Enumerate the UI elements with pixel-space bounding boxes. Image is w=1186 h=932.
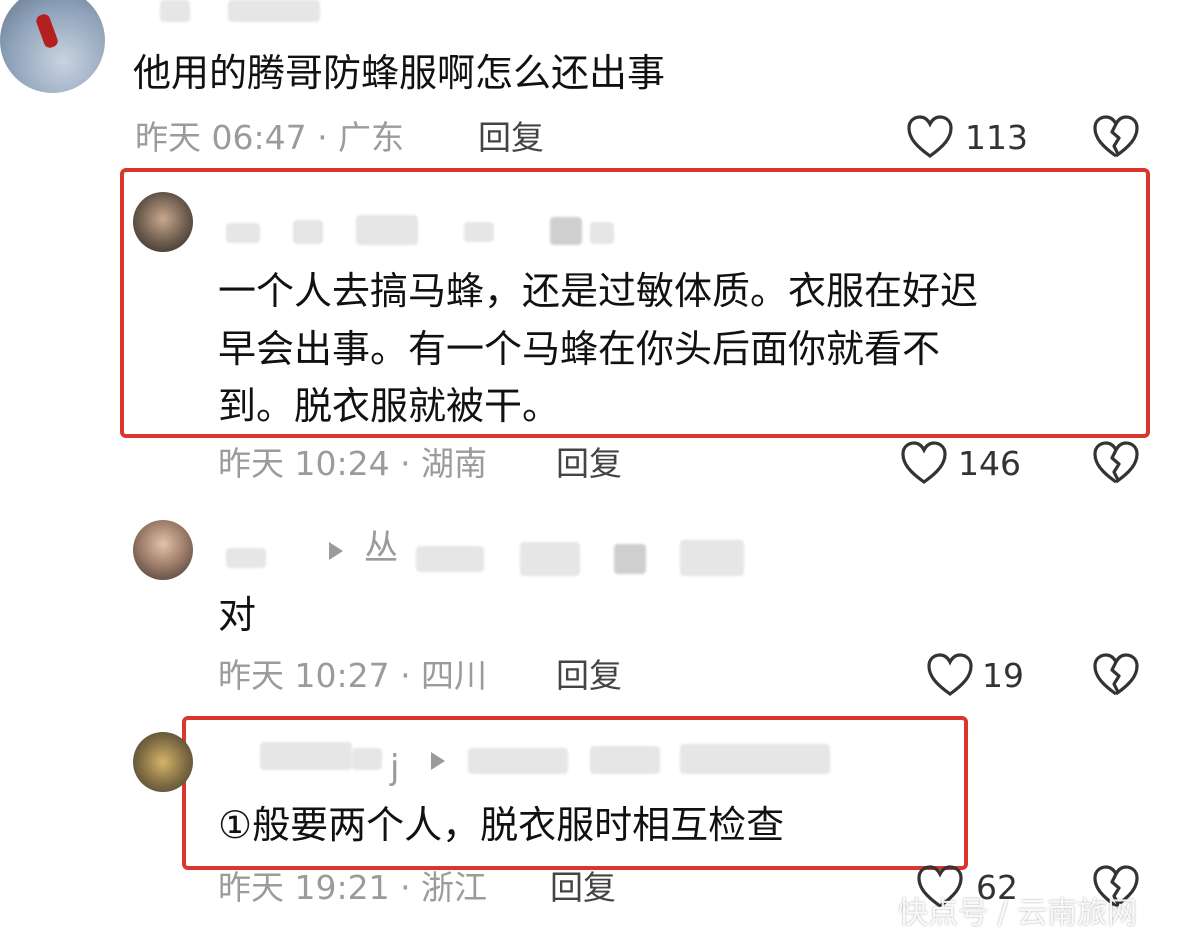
reply-to-name: 丛 xyxy=(364,528,398,568)
avatar[interactable] xyxy=(133,192,193,252)
heart-outline-icon[interactable] xyxy=(926,652,974,698)
reply-arrow-icon xyxy=(431,752,445,770)
like-count: 146 xyxy=(958,444,1021,483)
username-blur xyxy=(680,540,744,576)
comment-meta: 昨天 19:21 · 浙江 xyxy=(218,868,488,907)
username-blur xyxy=(416,546,484,572)
comment-text: 对 xyxy=(218,593,257,637)
comment-meta: 昨天 10:24 · 湖南 xyxy=(218,444,488,483)
avatar[interactable] xyxy=(133,732,193,792)
like-count: 113 xyxy=(965,118,1028,157)
reply-button[interactable]: 回复 xyxy=(550,868,616,908)
comment-text: ①般要两个人，脱衣服时相互检查 xyxy=(218,803,785,847)
heart-outline-icon[interactable] xyxy=(900,440,948,486)
username-blur xyxy=(468,748,568,774)
username-blur xyxy=(356,215,418,245)
username-partial: j xyxy=(390,748,400,788)
username-blur xyxy=(464,222,494,242)
username-blur xyxy=(680,744,830,774)
comment-text-line: 一个人去搞马蜂，还是过敏体质。衣服在好迟 xyxy=(218,269,979,313)
like-count: 19 xyxy=(982,656,1024,695)
comment-text: 他用的腾哥防蜂服啊怎么还出事 xyxy=(133,51,666,95)
broken-heart-icon[interactable] xyxy=(1092,114,1140,160)
broken-heart-icon[interactable] xyxy=(1092,652,1140,698)
avatar[interactable] xyxy=(133,520,193,580)
username-blur xyxy=(293,220,323,244)
comment-meta: 昨天 10:27 · 四川 xyxy=(218,656,488,695)
broken-heart-icon[interactable] xyxy=(1092,440,1140,486)
username-blur xyxy=(228,0,320,22)
username-blur xyxy=(160,0,190,22)
username-blur xyxy=(520,542,580,576)
comment-text-line: 到。脱衣服就被干。 xyxy=(218,384,561,428)
username-blur xyxy=(352,748,382,770)
username-blur xyxy=(550,217,582,245)
reply-arrow-icon xyxy=(329,542,343,560)
watermark: 快点号 / 云南旅网 xyxy=(898,896,1138,931)
reply-button[interactable]: 回复 xyxy=(478,118,544,158)
comment-text-line: 早会出事。有一个马蜂在你头后面你就看不 xyxy=(218,327,941,371)
username-blur xyxy=(614,544,646,574)
avatar-figure xyxy=(34,12,60,50)
avatar[interactable] xyxy=(0,0,105,93)
reply-button[interactable]: 回复 xyxy=(556,444,622,484)
username-blur xyxy=(226,548,266,568)
username-blur xyxy=(260,742,352,770)
heart-outline-icon[interactable] xyxy=(906,114,954,160)
username-blur xyxy=(226,223,260,243)
username-blur xyxy=(590,746,660,774)
username-blur xyxy=(590,222,614,244)
reply-button[interactable]: 回复 xyxy=(556,656,622,696)
comment-meta: 昨天 06:47 · 广东 xyxy=(135,118,405,157)
